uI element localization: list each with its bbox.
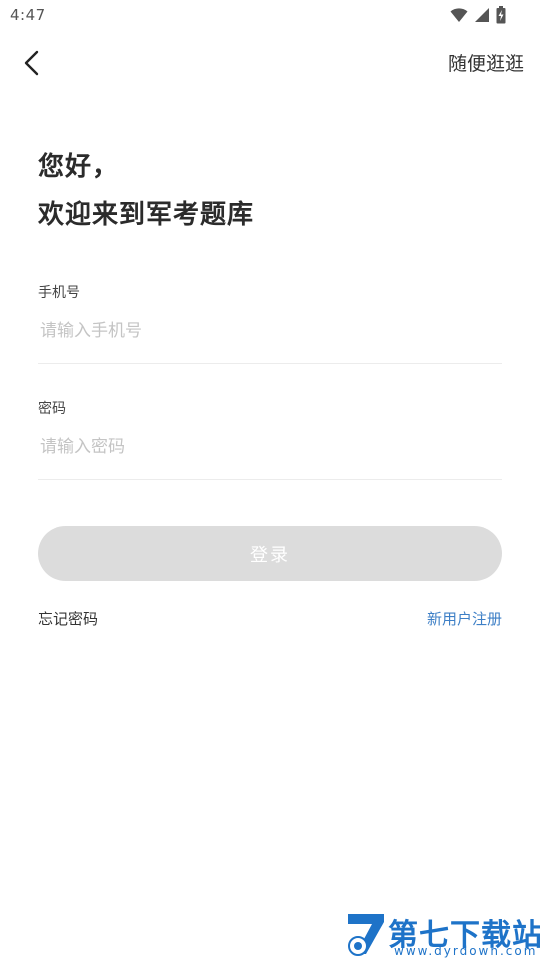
password-divider <box>38 479 502 480</box>
phone-input[interactable] <box>38 311 506 351</box>
browse-as-guest-link[interactable]: 随便逛逛 <box>448 49 524 76</box>
wifi-icon <box>450 7 468 23</box>
chevron-left-icon <box>16 50 50 84</box>
phone-divider <box>38 363 502 364</box>
status-bar: 4:47 <box>0 0 540 32</box>
battery-icon <box>496 6 506 24</box>
watermark: 第七下载站 www.dyrdown.com <box>344 904 540 960</box>
forgot-password-link[interactable]: 忘记密码 <box>38 608 98 629</box>
phone-label: 手机号 <box>38 285 80 301</box>
password-input[interactable] <box>38 427 506 467</box>
signal-icon <box>474 7 490 23</box>
watermark-url: www.dyrdown.com <box>394 944 538 958</box>
status-time: 4:47 <box>10 6 46 24</box>
status-icons <box>450 6 506 24</box>
register-link[interactable]: 新用户注册 <box>427 608 502 629</box>
watermark-logo-icon <box>344 908 388 962</box>
app-bar: 随便逛逛 <box>0 40 540 86</box>
back-button[interactable] <box>16 46 50 80</box>
login-button[interactable]: 登录 <box>38 526 502 581</box>
greeting-title: 您好， <box>38 152 120 182</box>
welcome-title: 欢迎来到军考题库 <box>38 200 255 230</box>
password-label: 密码 <box>38 401 66 417</box>
